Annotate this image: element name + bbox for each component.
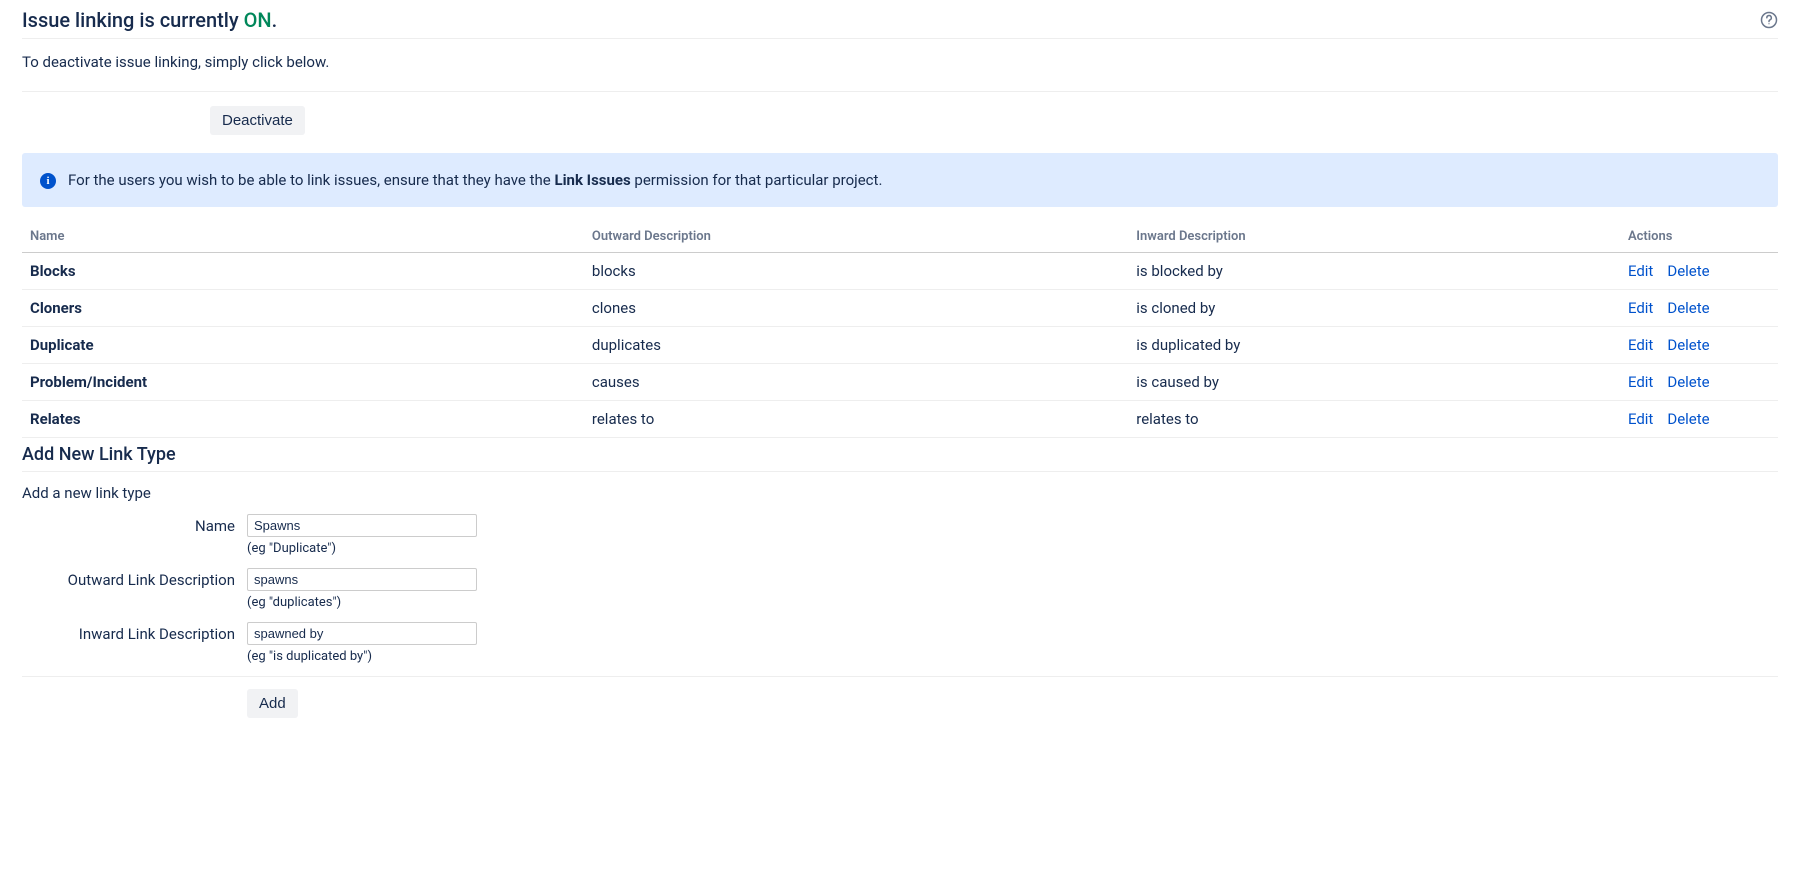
heading-status: ON xyxy=(244,8,272,32)
outward-input[interactable] xyxy=(247,568,477,591)
col-outward: Outward Description xyxy=(584,221,1128,253)
col-inward: Inward Description xyxy=(1128,221,1620,253)
info-banner: i For the users you wish to be able to l… xyxy=(22,153,1778,207)
add-button[interactable]: Add xyxy=(247,689,298,718)
link-types-table: Name Outward Description Inward Descript… xyxy=(22,221,1778,438)
link-actions: Edit Delete xyxy=(1620,364,1778,401)
link-name: Blocks xyxy=(22,253,584,290)
table-row: Blocksblocksis blocked by Edit Delete xyxy=(22,253,1778,290)
link-inward: is blocked by xyxy=(1128,253,1620,290)
link-name: Relates xyxy=(22,401,584,438)
link-name: Problem/Incident xyxy=(22,364,584,401)
edit-link[interactable]: Edit xyxy=(1628,373,1653,391)
name-label: Name xyxy=(22,514,247,535)
help-icon[interactable] xyxy=(1760,11,1778,29)
delete-link[interactable]: Delete xyxy=(1667,410,1709,428)
link-outward: duplicates xyxy=(584,327,1128,364)
add-link-type-description: Add a new link type xyxy=(22,472,1778,514)
link-actions: Edit Delete xyxy=(1620,327,1778,364)
info-icon: i xyxy=(40,173,56,189)
delete-link[interactable]: Delete xyxy=(1667,336,1709,354)
name-input[interactable] xyxy=(247,514,477,537)
outward-label: Outward Link Description xyxy=(22,568,247,589)
link-name: Duplicate xyxy=(22,327,584,364)
info-text-bold: Link Issues xyxy=(554,171,630,189)
link-actions: Edit Delete xyxy=(1620,401,1778,438)
add-link-type-heading: Add New Link Type xyxy=(22,438,1778,472)
col-actions: Actions xyxy=(1620,221,1778,253)
delete-link[interactable]: Delete xyxy=(1667,373,1709,391)
inward-hint: (eg "is duplicated by") xyxy=(247,649,477,664)
inward-label: Inward Link Description xyxy=(22,622,247,643)
outward-hint: (eg "duplicates") xyxy=(247,595,477,610)
delete-link[interactable]: Delete xyxy=(1667,262,1709,280)
edit-link[interactable]: Edit xyxy=(1628,336,1653,354)
table-row: Clonersclonesis cloned by Edit Delete xyxy=(22,290,1778,327)
link-outward: clones xyxy=(584,290,1128,327)
link-outward: blocks xyxy=(584,253,1128,290)
deactivate-description: To deactivate issue linking, simply clic… xyxy=(22,39,1778,92)
page-heading: Issue linking is currently ON. xyxy=(22,0,1778,39)
table-row: Duplicateduplicatesis duplicated by Edit D… xyxy=(22,327,1778,364)
edit-link[interactable]: Edit xyxy=(1628,410,1653,428)
link-inward: is duplicated by xyxy=(1128,327,1620,364)
col-name: Name xyxy=(22,221,584,253)
heading-prefix: Issue linking is currently xyxy=(22,8,244,32)
link-inward: is caused by xyxy=(1128,364,1620,401)
table-row: Problem/Incidentcausesis caused by Edit De… xyxy=(22,364,1778,401)
info-text-after: permission for that particular project. xyxy=(631,171,883,189)
edit-link[interactable]: Edit xyxy=(1628,299,1653,317)
inward-input[interactable] xyxy=(247,622,477,645)
link-outward: causes xyxy=(584,364,1128,401)
link-inward: is cloned by xyxy=(1128,290,1620,327)
name-hint: (eg "Duplicate") xyxy=(247,541,477,556)
info-text-before: For the users you wish to be able to lin… xyxy=(68,171,554,189)
delete-link[interactable]: Delete xyxy=(1667,299,1709,317)
link-actions: Edit Delete xyxy=(1620,253,1778,290)
link-actions: Edit Delete xyxy=(1620,290,1778,327)
link-outward: relates to xyxy=(584,401,1128,438)
table-row: Relatesrelates torelates toEditDelete xyxy=(22,401,1778,438)
link-inward: relates to xyxy=(1128,401,1620,438)
heading-suffix: . xyxy=(272,8,278,32)
deactivate-button[interactable]: Deactivate xyxy=(210,106,305,135)
link-name: Cloners xyxy=(22,290,584,327)
edit-link[interactable]: Edit xyxy=(1628,262,1653,280)
